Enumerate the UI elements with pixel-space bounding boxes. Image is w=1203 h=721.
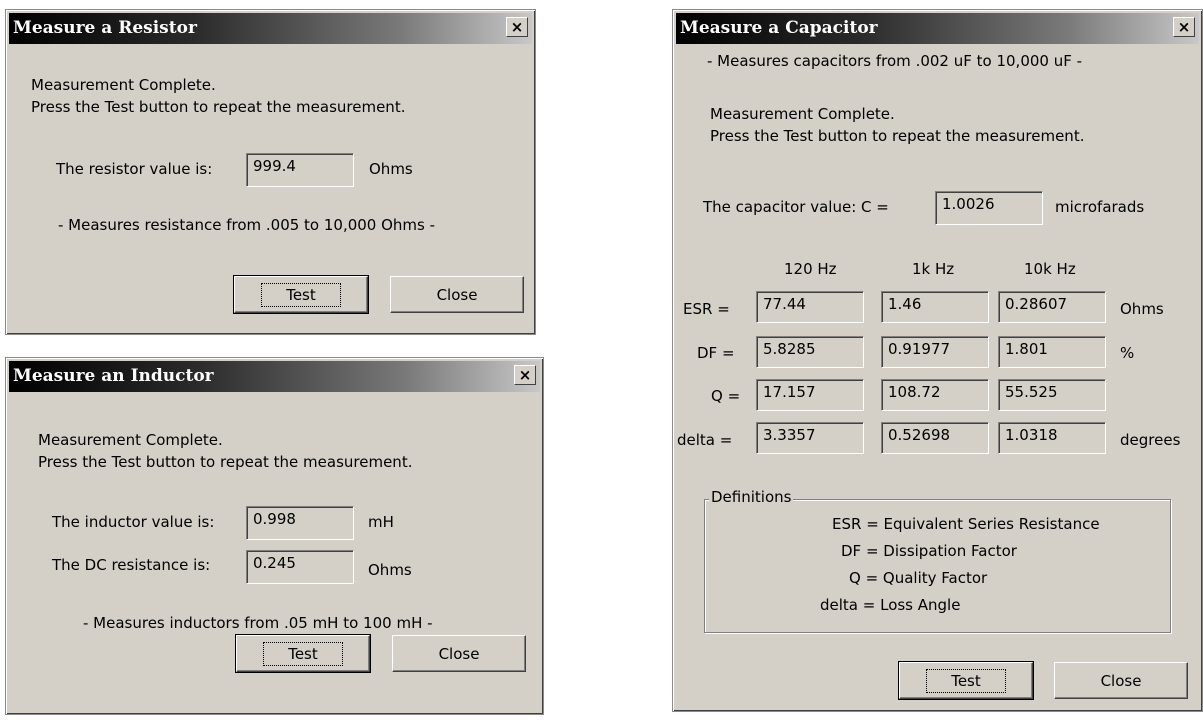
close-button[interactable]: Close: [1054, 662, 1188, 699]
inductor-unit: mH: [368, 513, 394, 531]
inductor-value-field: 0.998: [246, 506, 354, 540]
inductor-value-label: The inductor value is:: [52, 513, 215, 531]
test-button[interactable]: Test: [235, 634, 371, 673]
close-button[interactable]: Close: [390, 276, 524, 313]
df-10khz-field: 1.801: [998, 336, 1106, 368]
status-line-1: Measurement Complete.: [31, 76, 216, 94]
q-label: Q =: [711, 387, 741, 405]
test-button-label: Test: [261, 282, 341, 307]
delta-label: delta =: [677, 431, 733, 449]
title-bar[interactable]: Measure a Capacitor ×: [676, 13, 1199, 44]
test-button-label: Test: [263, 641, 343, 666]
title-bar[interactable]: Measure a Resistor ×: [9, 13, 532, 44]
esr-10khz-field: 0.28607: [998, 291, 1106, 323]
test-button[interactable]: Test: [898, 661, 1034, 700]
close-icon[interactable]: ×: [506, 17, 528, 37]
resistor-value-label: The resistor value is:: [56, 160, 213, 178]
q-120hz-field: 17.157: [756, 379, 864, 411]
status-line-1: Measurement Complete.: [710, 105, 895, 123]
close-icon[interactable]: ×: [514, 365, 536, 385]
test-button[interactable]: Test: [233, 275, 369, 314]
freq-header-1khz: 1k Hz: [912, 260, 955, 278]
definition-df: DF = Dissipation Factor: [841, 542, 1017, 560]
status-line-2: Press the Test button to repeat the meas…: [710, 127, 1085, 145]
definition-esr: ESR = Equivalent Series Resistance: [832, 515, 1100, 533]
dc-resistance-field: 0.245: [246, 550, 354, 584]
range-note: - Measures inductors from .05 mH to 100 …: [83, 614, 433, 632]
df-120hz-field: 5.8285: [756, 336, 864, 368]
delta-10khz-field: 1.0318: [998, 422, 1106, 454]
freq-header-120hz: 120 Hz: [784, 260, 837, 278]
close-icon[interactable]: ×: [1173, 17, 1195, 37]
resistor-unit: Ohms: [369, 160, 413, 178]
test-button-label: Test: [926, 668, 1006, 693]
df-unit: %: [1120, 344, 1135, 362]
inductor-dialog: Measure an Inductor × Measurement Comple…: [5, 357, 544, 715]
definition-q: Q = Quality Factor: [849, 569, 988, 587]
status-line-2: Press the Test button to repeat the meas…: [31, 98, 406, 116]
esr-1khz-field: 1.46: [881, 291, 989, 323]
range-note: - Measures capacitors from .002 uF to 10…: [707, 52, 1083, 70]
resistor-dialog: Measure a Resistor × Measurement Complet…: [5, 9, 536, 335]
title-bar[interactable]: Measure an Inductor ×: [9, 361, 540, 392]
delta-1khz-field: 0.52698: [881, 422, 989, 454]
esr-label: ESR =: [683, 300, 730, 318]
status-line-1: Measurement Complete.: [38, 431, 223, 449]
dc-resistance-unit: Ohms: [368, 561, 412, 579]
window-title: Measure a Resistor: [13, 18, 197, 38]
definitions-label: Definitions: [709, 488, 794, 506]
capacitor-unit: microfarads: [1055, 198, 1145, 216]
range-note: - Measures resistance from .005 to 10,00…: [58, 216, 436, 234]
esr-120hz-field: 77.44: [756, 291, 864, 323]
definition-delta: delta = Loss Angle: [820, 596, 961, 614]
window-title: Measure a Capacitor: [680, 18, 878, 38]
df-1khz-field: 0.91977: [881, 336, 989, 368]
window-title: Measure an Inductor: [13, 366, 214, 386]
q-1khz-field: 108.72: [881, 379, 989, 411]
dc-resistance-label: The DC resistance is:: [52, 556, 211, 574]
esr-unit: Ohms: [1120, 300, 1164, 318]
status-line-2: Press the Test button to repeat the meas…: [38, 453, 413, 471]
delta-120hz-field: 3.3357: [756, 422, 864, 454]
capacitor-value-field: 1.0026: [935, 191, 1043, 225]
freq-header-10khz: 10k Hz: [1024, 260, 1076, 278]
df-label: DF =: [697, 344, 735, 362]
capacitor-value-label: The capacitor value: C =: [703, 198, 889, 216]
resistor-value-field: 999.4: [246, 153, 354, 187]
close-button[interactable]: Close: [392, 635, 526, 672]
q-10khz-field: 55.525: [998, 379, 1106, 411]
capacitor-dialog: Measure a Capacitor × - Measures capacit…: [672, 9, 1203, 712]
delta-unit: degrees: [1120, 431, 1181, 449]
